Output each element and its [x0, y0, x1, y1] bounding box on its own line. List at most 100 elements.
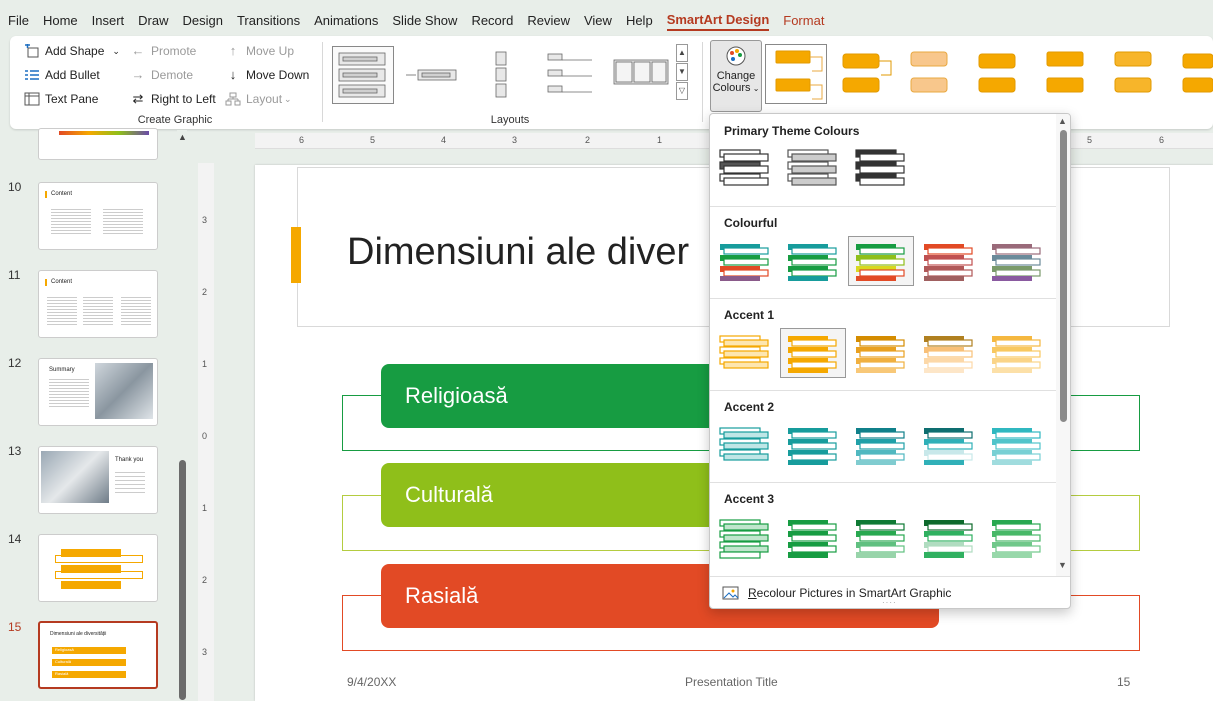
arrow-right-icon: →	[131, 67, 145, 82]
tab-smartart-design[interactable]: SmartArt Design	[666, 12, 770, 31]
tab-animations[interactable]: Animations	[314, 13, 378, 30]
dropdown-scrollbar[interactable]: ▲ ▼	[1056, 114, 1070, 576]
right-to-left-label: Right to Left	[151, 92, 216, 106]
arrow-down-icon: ↓	[229, 67, 237, 82]
smartart-style-thumb[interactable]	[903, 44, 965, 104]
add-bullet-icon	[24, 68, 40, 82]
slide-thumbnail-11[interactable]: Content	[38, 270, 158, 338]
smartart-style-thumb[interactable]	[835, 44, 897, 104]
move-up-label: Move Up	[246, 44, 295, 58]
tab-view[interactable]: View	[584, 13, 612, 30]
footer-date: 9/4/20XX	[347, 675, 397, 689]
group-divider	[702, 42, 703, 122]
text-pane-button[interactable]: Text Pane	[24, 92, 98, 106]
arrow-up-icon: ↑	[229, 43, 237, 58]
move-up-button[interactable]: ↑ Move Up	[225, 43, 295, 59]
move-down-button[interactable]: ↓ Move Down	[225, 67, 310, 83]
slide-thumbnail-14[interactable]	[38, 534, 158, 602]
title-accent-bar	[291, 227, 301, 283]
tab-insert[interactable]: Insert	[92, 13, 125, 30]
arrow-left-icon: ←	[131, 43, 145, 58]
layouts-group-label: Layouts	[490, 114, 530, 126]
group-divider	[322, 42, 323, 122]
tab-slide-show[interactable]: Slide Show	[392, 13, 457, 30]
resize-grip[interactable]: ····	[882, 598, 897, 607]
demote-button[interactable]: → Demote	[130, 67, 194, 83]
primary-colour-swatches[interactable]	[710, 146, 1056, 196]
move-down-label: Move Down	[246, 68, 310, 82]
add-bullet-label: Add Bullet	[45, 68, 100, 82]
slide-title[interactable]: Dimensiuni ale diver	[347, 231, 689, 274]
slide-thumbnail-9[interactable]	[38, 128, 158, 160]
layout-thumb-bullet-list[interactable]	[540, 46, 602, 104]
thumbnails-scrollbar[interactable]: ▲	[177, 130, 187, 701]
add-shape-icon	[24, 43, 40, 58]
change-colours-label-2: Colours ⌄	[712, 82, 760, 94]
slide-thumbnails-panel: 10 Content 11 Content 12 Summary 13 Than…	[0, 128, 190, 701]
slide-thumbnail-12[interactable]: Summary	[38, 358, 158, 426]
scroll-down-arrow-icon[interactable]: ▼	[1058, 560, 1067, 570]
layout-label: Layout	[246, 92, 283, 106]
colourful-swatches[interactable]	[710, 240, 1056, 286]
slide-number: 14	[8, 532, 22, 546]
accent-1-swatches[interactable]	[710, 332, 1056, 378]
smartart-style-thumb[interactable]	[971, 44, 1033, 104]
slide-number: 10	[8, 180, 22, 194]
section-heading: Accent 2	[724, 400, 775, 414]
layout-thumb-grid[interactable]	[610, 46, 672, 104]
scroll-down-button[interactable]: ▼	[676, 63, 688, 81]
add-shape-button[interactable]: Add Shape ⌄	[24, 43, 120, 58]
tab-format[interactable]: Format	[783, 13, 824, 30]
layouts-scroll-buttons: ▲ ▼ ▽	[676, 44, 690, 104]
layout-icon	[225, 92, 241, 106]
scrollbar-thumb[interactable]	[1060, 130, 1067, 422]
section-heading: Accent 3	[724, 492, 775, 506]
smartart-style-thumb[interactable]	[765, 44, 827, 104]
layout-thumb-horizontal-list[interactable]	[400, 46, 462, 104]
more-layouts-button[interactable]: ▽	[676, 82, 688, 100]
footer-page-number: 15	[1117, 675, 1131, 689]
add-bullet-button[interactable]: Add Bullet	[24, 68, 100, 82]
slide-thumbnail-15[interactable]: Dimensiuni ale diversității Religioasă C…	[38, 621, 158, 689]
slide-number: 11	[8, 268, 21, 282]
tab-file[interactable]: File	[8, 13, 29, 30]
scroll-up-button[interactable]: ▲	[676, 44, 688, 62]
tab-design[interactable]: Design	[183, 13, 223, 30]
tab-record[interactable]: Record	[471, 13, 513, 30]
promote-button[interactable]: ← Promote	[130, 43, 197, 59]
chevron-down-icon: ⌄	[112, 45, 120, 56]
right-to-left-button[interactable]: ⇄ Right to Left	[130, 92, 216, 107]
change-colours-dropdown: Primary Theme Colours Colourful Accent 1	[709, 113, 1071, 609]
create-graphic-group-label: Create Graphic	[137, 114, 213, 126]
slide-number: 13	[8, 444, 22, 458]
recolour-pictures-icon	[722, 585, 740, 601]
change-colours-button[interactable]: Change Colours ⌄	[710, 40, 762, 112]
chevron-down-icon: ⌄	[284, 93, 292, 104]
layout-button[interactable]: Layout ⌄	[225, 92, 292, 106]
section-heading: Accent 1	[724, 308, 775, 322]
accent-2-swatches[interactable]	[710, 424, 1056, 470]
accent-3-swatches[interactable]	[710, 516, 1056, 564]
smartart-style-thumb[interactable]	[1039, 44, 1101, 104]
tab-help[interactable]: Help	[626, 13, 653, 30]
layout-thumb-vertical-box-list[interactable]	[332, 46, 394, 104]
tab-home[interactable]: Home	[43, 13, 78, 30]
add-shape-label: Add Shape	[45, 44, 105, 58]
slide-thumbnail-10[interactable]: Content	[38, 182, 158, 250]
slide-number: 12	[8, 356, 22, 370]
scrollbar-thumb[interactable]	[179, 460, 186, 700]
scroll-up-arrow-icon[interactable]: ▲	[1058, 116, 1067, 126]
smartart-style-thumb[interactable]	[1175, 44, 1213, 104]
tab-transitions[interactable]: Transitions	[237, 13, 300, 30]
section-heading: Colourful	[724, 216, 778, 230]
layouts-gallery	[330, 42, 690, 108]
section-heading: Primary Theme Colours	[724, 124, 860, 138]
tab-review[interactable]: Review	[527, 13, 570, 30]
text-pane-label: Text Pane	[45, 92, 99, 106]
slide-thumbnail-13[interactable]: Thank you	[38, 446, 158, 514]
demote-label: Demote	[151, 68, 194, 82]
smartart-style-thumb[interactable]	[1107, 44, 1169, 104]
recolour-pictures-label: Recolour Pictures in SmartArt Graphic	[748, 586, 952, 600]
layout-thumb-vertical-stack[interactable]	[470, 46, 532, 104]
tab-draw[interactable]: Draw	[138, 13, 168, 30]
